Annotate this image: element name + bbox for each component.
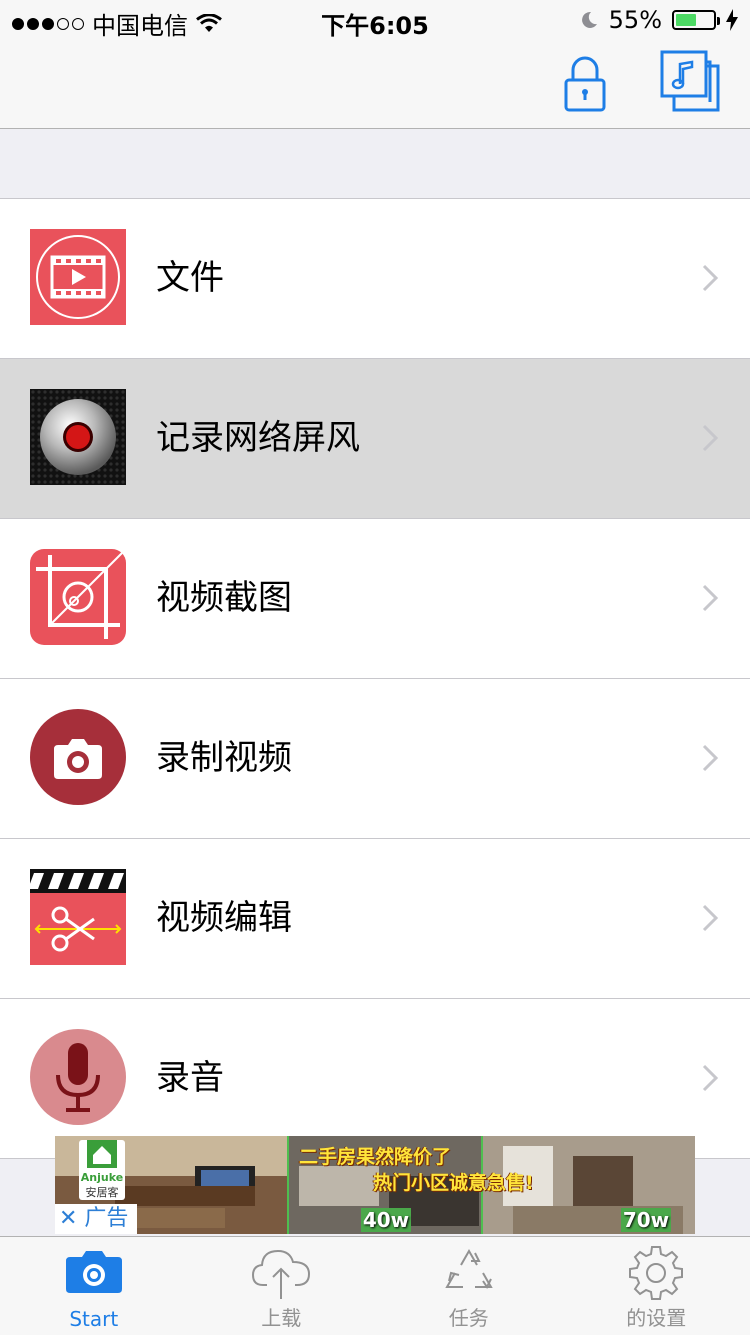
music-library-icon[interactable] <box>660 50 722 114</box>
recycle-icon <box>439 1245 499 1301</box>
tab-upload[interactable]: 上载 <box>188 1237 376 1335</box>
gear-icon <box>626 1245 686 1301</box>
menu-item-video-screenshot[interactable]: 视频截图 <box>0 519 750 679</box>
tab-settings[interactable]: 的设置 <box>563 1237 750 1335</box>
feature-list: 文件 记录网络屏风 <box>0 198 750 1159</box>
ad-logo-sub: 安居客 <box>79 1184 125 1200</box>
battery-percent: 55% <box>609 6 662 34</box>
menu-item-files[interactable]: 文件 <box>0 199 750 359</box>
anjuke-logo: Anjuke 安居客 <box>79 1140 125 1200</box>
menu-item-label: 记录网络屏风 <box>156 359 360 518</box>
ad-price-1: 40w <box>361 1208 411 1232</box>
microphone-icon <box>30 1029 126 1125</box>
ad-close-button[interactable]: ✕ 广告 <box>55 1204 137 1234</box>
menu-item-video-edit[interactable]: 视频编辑 <box>0 839 750 999</box>
house-icon <box>87 1140 117 1168</box>
crop-icon <box>30 549 126 645</box>
ad-price-2: 70w <box>621 1208 671 1232</box>
chevron-right-icon <box>700 902 720 934</box>
ad-banner[interactable]: Anjuke 安居客 二手房果然降价了 热门小区诚意急售! 40w 70w ✕ … <box>55 1136 695 1234</box>
chevron-right-icon <box>700 742 720 774</box>
film-play-icon <box>30 229 126 325</box>
record-disc-icon <box>30 389 126 485</box>
menu-item-record-audio[interactable]: 录音 <box>0 999 750 1159</box>
chevron-right-icon <box>700 262 720 294</box>
camera-icon <box>64 1245 124 1295</box>
menu-item-label: 视频截图 <box>156 519 292 678</box>
menu-item-label: 视频编辑 <box>156 839 292 998</box>
moon-icon <box>579 10 599 30</box>
menu-item-label: 录音 <box>156 999 224 1158</box>
lock-icon[interactable] <box>563 54 607 114</box>
charging-bolt-icon <box>726 9 738 31</box>
camera-icon <box>30 709 126 805</box>
tab-tasks[interactable]: 任务 <box>375 1237 563 1335</box>
status-bar: 中国电信 下午6:05 55% <box>0 0 750 40</box>
chevron-right-icon <box>700 422 720 454</box>
menu-item-record-video[interactable]: 录制视频 <box>0 679 750 839</box>
battery-level <box>676 14 696 26</box>
menu-item-record-screen[interactable]: 记录网络屏风 <box>0 359 750 519</box>
battery-icon <box>672 10 716 30</box>
cloud-upload-icon <box>251 1245 311 1301</box>
chevron-right-icon <box>700 1062 720 1094</box>
tab-bar: Start 上载 任务 的设置 <box>0 1236 750 1335</box>
tab-label: 的设置 <box>563 1302 750 1331</box>
tab-label: Start <box>0 1307 188 1331</box>
ad-headline-1: 二手房果然降价了 <box>299 1142 451 1169</box>
status-right: 55% <box>579 6 738 34</box>
chevron-right-icon <box>700 582 720 614</box>
tab-label: 任务 <box>375 1302 563 1331</box>
ad-logo-text: Anjuke <box>79 1171 125 1184</box>
clapper-scissors-icon <box>30 869 126 965</box>
ad-headline-2: 热门小区诚意急售! <box>373 1168 534 1195</box>
nav-bar <box>0 40 750 129</box>
menu-item-label: 文件 <box>156 199 224 358</box>
menu-item-label: 录制视频 <box>156 679 292 838</box>
tab-label: 上载 <box>188 1302 376 1331</box>
tab-start[interactable]: Start <box>0 1237 188 1335</box>
